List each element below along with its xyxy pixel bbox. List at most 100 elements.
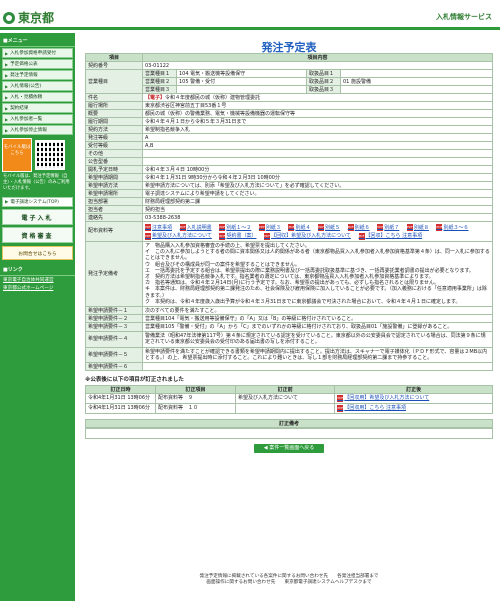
link-tokyo-e-gov[interactable]: 東京電子自治体共同運営	[0, 276, 75, 284]
doc-link-label: 別紙５	[325, 224, 341, 231]
sidebar-item-quote-request[interactable]: ▶ 入札・見積依頼	[2, 92, 73, 102]
row-label: 概要	[85, 109, 143, 118]
sidebar-menu-heading: ■メニュー	[0, 35, 75, 47]
doc-link[interactable]: PDF 別紙３	[258, 224, 281, 232]
sidebar-item-qualification[interactable]: ▶ 入札参加資格申請受付	[2, 48, 73, 58]
row-value: 104 電気・搬送機等設備保守	[176, 69, 307, 78]
update-date: 令和4年1月31日 13時06分	[85, 403, 156, 415]
qualification-button[interactable]: 資格審査	[2, 227, 73, 243]
row-label: 希望申請要件－３	[85, 322, 143, 333]
row-value: A	[142, 133, 493, 142]
mobile-note: モバイル版は、発注予定情報（自主）・入札情報（公告）のみご利用いただけます。	[3, 174, 70, 191]
doc-link-label: 希望及び入札方法について	[152, 233, 212, 239]
sidebar-item-suspension[interactable]: ▶ 入札参加停止情報	[2, 125, 73, 135]
sidebar-item-order-plan[interactable]: ▶ 発注予定情報	[2, 70, 73, 80]
row-value: 03-01122	[142, 61, 493, 70]
row-label: 契約番号	[85, 61, 143, 70]
doc-link-label: 別紙６	[354, 224, 370, 231]
update-after-cell: PDF 【回収用】希望及び入札方法について	[334, 393, 493, 405]
doc-link[interactable]: PDF 希望及び入札方法について	[145, 232, 212, 240]
row-label: 発注等級	[85, 133, 143, 142]
doc-link[interactable]: PDF 別紙６	[347, 224, 370, 232]
link-tokyo-official[interactable]: 東京都公式ホームページ	[0, 284, 75, 292]
doc-link[interactable]: PDF 【回収】こちら 注意事項	[358, 232, 422, 240]
doc-link[interactable]: PDF 【回収用】希望及び入札方法について	[337, 395, 429, 403]
arrow-right-icon: ▶	[5, 72, 9, 78]
row-value: 電子調達システムにより希望申請をしてください。	[142, 189, 493, 198]
mobile-box: モバイル版はこちら	[2, 138, 73, 172]
column-header-content: 項目内容	[142, 53, 493, 62]
row-value: 希望申請方法については、別添「希望及び入札方法について」を必ず確認してください。	[142, 181, 493, 190]
doc-link[interactable]: PDF 別紙３～６	[436, 224, 469, 232]
qr-code-icon	[35, 140, 65, 170]
row-label: 配布資料等	[85, 221, 143, 242]
table-row: 令和4年1月31日 13時06分 配布資料等 ９ 希望及び入札方法について PD…	[85, 393, 493, 405]
e-procurement-top-label: 電子調達システム(TOP)	[10, 200, 59, 205]
row-label: 受付等級	[85, 141, 143, 150]
row-label: 希望申請期間	[85, 173, 143, 182]
doc-link[interactable]: PDF 注意事項	[145, 224, 172, 232]
sidebar-item-label: 入札情報(公告)	[10, 84, 42, 89]
arrow-right-icon: ▶	[5, 83, 9, 89]
e-procurement-top-link[interactable]: ▶ 電子調達システム(TOP)	[2, 197, 73, 207]
row-sublabel: 営業種目２	[142, 77, 177, 86]
row-label: 希望申請要件－２	[85, 314, 143, 324]
contact-button[interactable]: お問合せはこちら	[2, 246, 73, 260]
sidebar-item-participants[interactable]: ▶ 入札参加者一覧	[2, 114, 73, 124]
pdf-icon: PDF	[358, 232, 365, 240]
doc-link[interactable]: PDF 別紙１～２	[219, 224, 251, 232]
row-label: 営業種目	[85, 69, 143, 94]
sidebar-item-label: 発注予定情報	[10, 73, 38, 78]
pdf-icon: PDF	[219, 232, 226, 240]
row-value: 令和４年３月４日 10時00分	[142, 165, 493, 174]
doc-link[interactable]: PDF 【回収】希望及び入札方法について	[264, 232, 351, 240]
row-sublabel: 取扱品目１	[306, 69, 341, 78]
row-value: A,B	[142, 141, 493, 150]
subject-value: 【電子】令和４年度都民の城（仮称）建物管理委託	[142, 93, 493, 102]
doc-link[interactable]: PDF 別紙５	[318, 224, 340, 232]
row-value: 希望制指名競争入札	[142, 125, 493, 134]
doc-link-label: 入札説明書	[186, 224, 212, 231]
order-plan-table: 項目 項目内容 契約番号 03-01122 営業種目 営業種目１ 104 電気・…	[85, 53, 493, 372]
sidebar-item-price[interactable]: ▶ 予定価格公表	[2, 59, 73, 69]
row-value: 警備業法（昭和47年法律第117号）第４条に規定されている認定を受けていること。…	[142, 331, 493, 348]
row-label: 履行場所	[85, 101, 143, 110]
remarks-cell: ア 物品購入入札参加資格審査の手続の上、希望票を提出してください。 イ この入札…	[142, 240, 493, 308]
row-value	[340, 85, 493, 94]
tokyo-logo[interactable]: 東京都	[3, 9, 54, 26]
row-label: 希望申請方法	[85, 181, 143, 190]
site-header: 東京都 入札情報サービス	[0, 0, 500, 30]
sidebar-item-label: 契約結果	[10, 106, 29, 111]
doc-link[interactable]: PDF 別紙７	[377, 224, 399, 232]
row-label: 希望申請場所	[85, 189, 143, 198]
row-value: 01 施設警備	[340, 77, 493, 86]
doc-link[interactable]: PDF 別紙８	[406, 224, 429, 232]
row-label: 担当者	[85, 205, 143, 214]
pdf-icon: PDF	[377, 224, 384, 231]
back-to-list-button[interactable]: ◀ 案件一覧画面へ戻る	[254, 444, 324, 454]
bid-info-service-link[interactable]: 入札情報サービス	[436, 12, 492, 22]
docs-cell: PDF 注意事項 PDF 入札説明書 PDF 別紙１～２ PDF 別紙３ PDF 別紙４ …	[142, 221, 493, 242]
row-label: 開札予定日時	[85, 165, 143, 174]
row-label: 件名	[85, 93, 143, 102]
row-sublabel: 取扱品目２	[306, 77, 341, 86]
row-value: 03-5388-2638	[142, 213, 493, 222]
sidebar-item-bid-notice[interactable]: ▶ 入札情報(公告)	[2, 81, 73, 91]
update-date: 令和4年1月31日 13時06分	[85, 393, 156, 405]
row-value	[176, 85, 307, 94]
page-title: 発注予定表	[261, 41, 317, 54]
e-bid-button[interactable]: 電子入札	[2, 209, 73, 225]
row-value: 希望申請要件を満たすことが確認できる書類を希望申請期間内に提出すること。提出方法…	[142, 346, 493, 364]
update-after-cell: PDF 【回収用】こちら 注意事項	[334, 403, 493, 415]
mobile-version-button[interactable]: モバイル版はこちら	[2, 138, 32, 172]
doc-link[interactable]: PDF 契約書（案）	[219, 232, 256, 240]
doc-link[interactable]: PDF 【回収用】こちら 注意事項	[337, 405, 406, 413]
doc-link[interactable]: PDF 別紙４	[288, 224, 310, 232]
sidebar-item-label: 予定価格公表	[10, 62, 38, 67]
sidebar-item-label: 入札参加者一覧	[10, 117, 43, 122]
sidebar-item-results[interactable]: ▶ 契約結果	[2, 103, 73, 113]
electronic-tag: 【電子】	[145, 95, 166, 101]
doc-link[interactable]: PDF 入札説明書	[179, 224, 212, 232]
arrow-right-icon: ▶	[5, 199, 9, 205]
column-header: 訂正後	[334, 385, 493, 395]
